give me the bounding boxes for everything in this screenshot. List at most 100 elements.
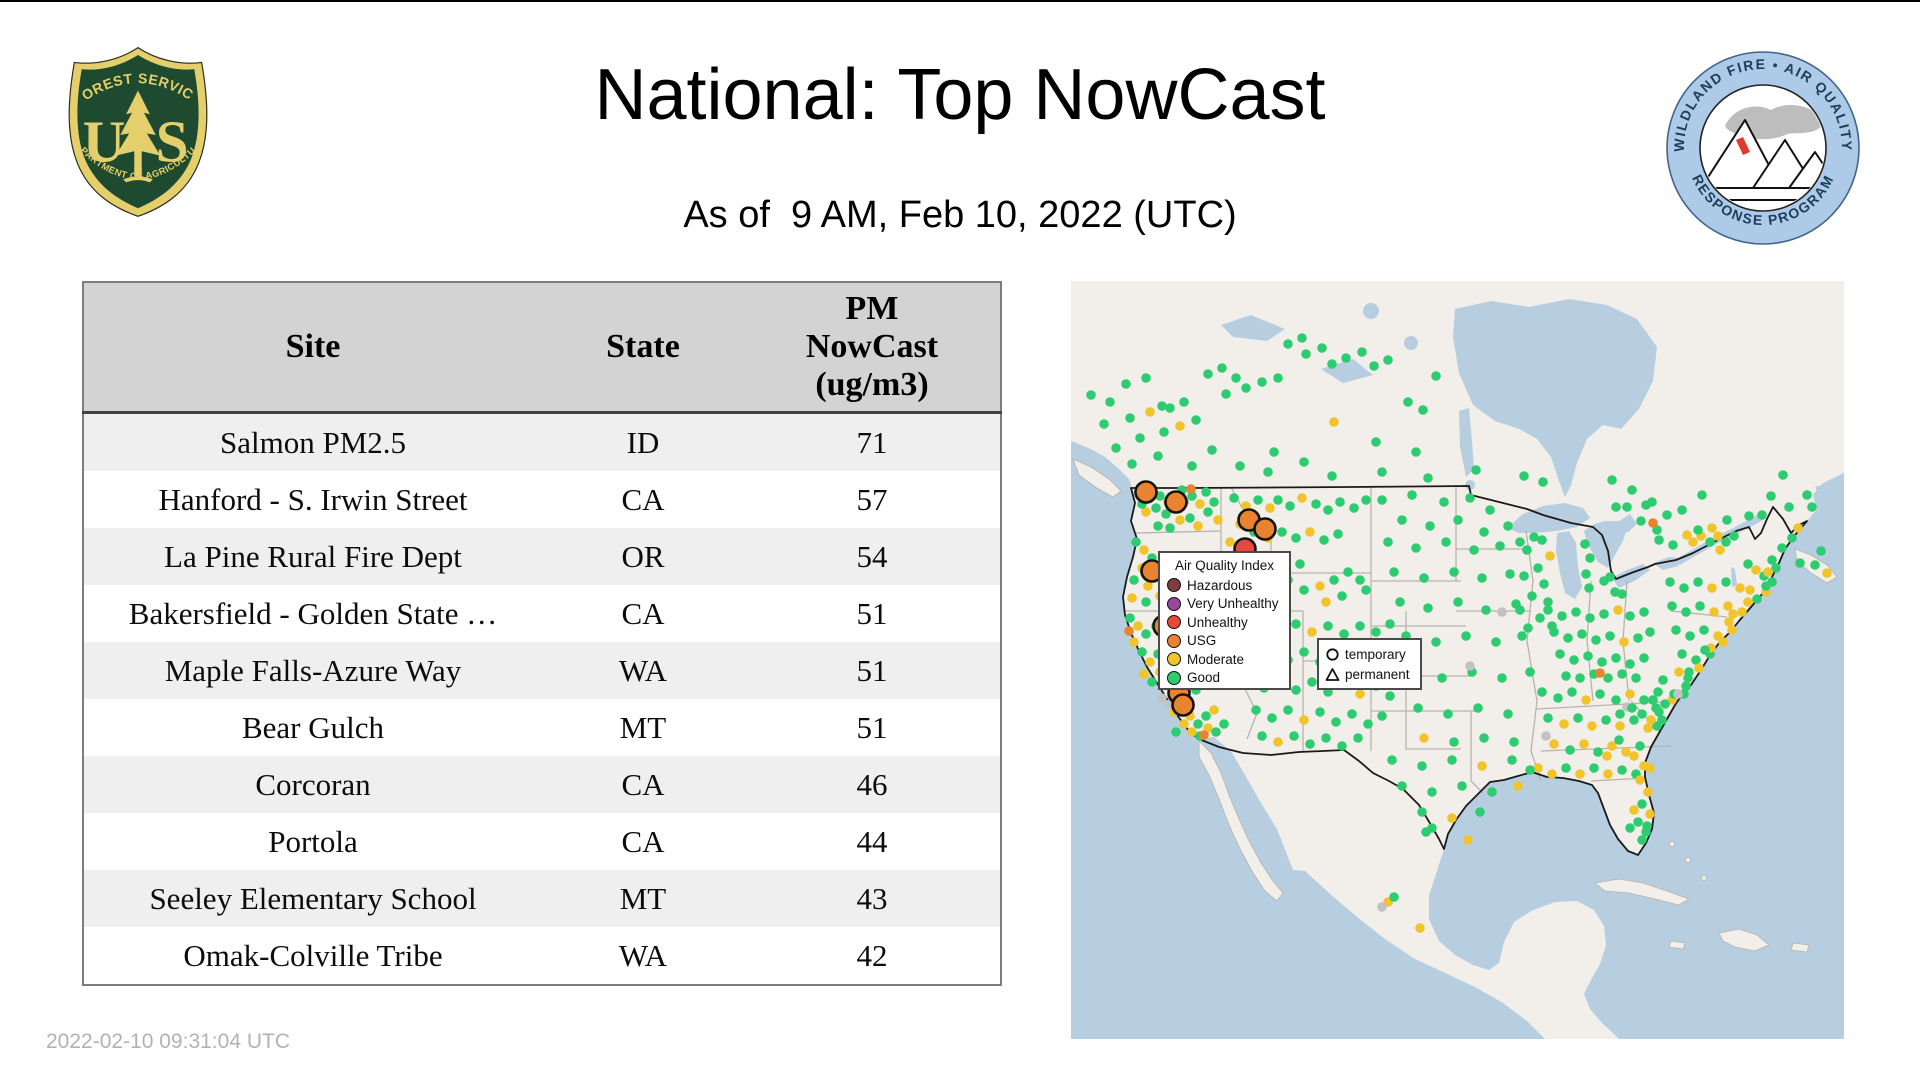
monitor-dot bbox=[1343, 567, 1353, 577]
monitor-dot bbox=[1728, 609, 1738, 619]
monitor-dot bbox=[1694, 663, 1704, 673]
monitor-dot bbox=[1291, 619, 1301, 629]
table-row: Maple Falls-Azure Way WA 51 bbox=[83, 642, 1001, 699]
legend-label: Very Unhealthy bbox=[1187, 596, 1279, 612]
monitor-dot bbox=[1383, 537, 1393, 547]
monitor-dot bbox=[1519, 571, 1529, 581]
monitor-dot bbox=[1099, 419, 1109, 429]
monitor-dot bbox=[1453, 515, 1463, 525]
table-row: La Pine Rural Fire Dept OR 54 bbox=[83, 528, 1001, 585]
monitor-dot bbox=[1225, 537, 1235, 547]
monitor-dot bbox=[1539, 579, 1549, 589]
monitor-dot bbox=[1625, 611, 1635, 621]
legend-label: Unhealthy bbox=[1187, 614, 1248, 630]
monitor-dot bbox=[1377, 495, 1387, 505]
monitor-dot bbox=[1658, 675, 1668, 685]
monitor-dot bbox=[1515, 605, 1525, 615]
value-cell: 51 bbox=[856, 595, 888, 631]
monitor-dot bbox=[1321, 733, 1331, 743]
monitor-dot bbox=[1635, 775, 1645, 785]
monitor-dot bbox=[1700, 645, 1710, 655]
monitor-dot bbox=[1361, 585, 1371, 595]
monitor-dot bbox=[1321, 597, 1331, 607]
column-header-pm: PM NowCast (ug/m3) bbox=[743, 282, 1001, 414]
monitor-dot bbox=[1207, 445, 1217, 455]
monitor-dot bbox=[1419, 573, 1429, 583]
monitor-dot bbox=[1295, 559, 1305, 569]
monitor-dot bbox=[1497, 607, 1507, 617]
monitor-dot bbox=[1449, 567, 1459, 577]
monitor-dot bbox=[1529, 532, 1539, 542]
monitor-dot bbox=[1385, 691, 1395, 701]
monitor-dot bbox=[1559, 719, 1569, 729]
monitor-dot bbox=[1637, 709, 1647, 719]
monitor-dot bbox=[1699, 625, 1709, 635]
monitor-dot bbox=[1681, 681, 1691, 691]
value-cell: 71 bbox=[856, 424, 888, 460]
monitor-dot bbox=[1297, 333, 1307, 343]
value-cell: 46 bbox=[856, 766, 888, 802]
monitor-dot bbox=[1787, 533, 1797, 543]
monitor-dot bbox=[1695, 601, 1705, 611]
site-cell: Omak-Colville Tribe bbox=[183, 937, 443, 973]
monitor-dot bbox=[1595, 689, 1605, 699]
monitor-dot bbox=[1257, 377, 1267, 387]
monitor-dot bbox=[1383, 355, 1393, 365]
monitor-dot bbox=[1784, 502, 1794, 512]
monitor-dot bbox=[1385, 619, 1395, 629]
site-cell: Corcoran bbox=[255, 766, 371, 802]
site-cell: La Pine Rural Fire Dept bbox=[164, 538, 462, 574]
monitor-dot bbox=[1201, 711, 1211, 721]
monitor-dot bbox=[1447, 755, 1457, 765]
site-cell: Bakersfield - Golden State … bbox=[128, 595, 498, 631]
monitor-dot bbox=[1538, 477, 1548, 487]
monitor-dot bbox=[1613, 605, 1623, 615]
monitor-dot bbox=[1751, 565, 1761, 575]
monitor-dot bbox=[1636, 516, 1646, 526]
state-cell: ID bbox=[626, 424, 660, 460]
table-header-row: Site State PM NowCast (ug/m3) bbox=[83, 282, 1001, 414]
monitor-dot bbox=[1331, 717, 1341, 727]
monitor-dot bbox=[1495, 541, 1505, 551]
monitor-dot bbox=[1191, 415, 1201, 425]
legend-item: Very Unhealthy bbox=[1167, 595, 1282, 614]
monitor-dot bbox=[1131, 537, 1141, 547]
monitor-dot bbox=[1709, 607, 1719, 617]
monitor-dot bbox=[1165, 403, 1175, 413]
monitor-dot bbox=[1778, 470, 1788, 480]
value-cell: 44 bbox=[856, 823, 888, 859]
monitor-dot bbox=[1662, 510, 1672, 520]
table-row: Seeley Elementary School MT 43 bbox=[83, 870, 1001, 927]
permanent-monitor-icon bbox=[1325, 667, 1340, 681]
monitor-dot bbox=[1157, 693, 1167, 703]
monitor-dot bbox=[1707, 583, 1717, 593]
monitor-dot bbox=[1617, 765, 1627, 775]
monitor-dot bbox=[1674, 667, 1684, 677]
monitor-dot bbox=[1355, 575, 1365, 585]
value-cell: 57 bbox=[856, 481, 888, 517]
monitor-dot bbox=[1619, 637, 1629, 647]
monitor-dot bbox=[1743, 597, 1753, 607]
monitor-dot bbox=[1427, 787, 1437, 797]
monitor-dot bbox=[1523, 623, 1533, 633]
monitor-dot bbox=[1567, 687, 1577, 697]
monitor-dot bbox=[1283, 705, 1293, 715]
monitor-dot bbox=[1627, 485, 1637, 495]
monitor-dot bbox=[1693, 525, 1703, 535]
monitor-dot bbox=[1105, 397, 1115, 407]
page: FOREST SERVICE U S DEPARTMENT OF AGRICUL… bbox=[0, 0, 1920, 1080]
site-cell: Hanford - S. Irwin Street bbox=[158, 481, 468, 517]
monitor-dot bbox=[1605, 572, 1615, 582]
monitor-dot bbox=[1347, 709, 1357, 719]
monitor-dot bbox=[1461, 631, 1471, 641]
monitor-dot bbox=[1633, 633, 1643, 643]
generated-timestamp: 2022-02-10 09:31:04 UTC bbox=[46, 1030, 290, 1053]
monitor-dot bbox=[1581, 695, 1591, 705]
monitor-dot bbox=[1615, 709, 1625, 719]
monitor-dot bbox=[1297, 493, 1307, 503]
page-subtitle: As of 9 AM, Feb 10, 2022 (UTC) bbox=[683, 194, 1237, 236]
monitor-dot bbox=[1729, 531, 1739, 541]
monitor-dot bbox=[1341, 353, 1351, 363]
monitor-dot bbox=[1503, 709, 1513, 719]
monitor-dot bbox=[1253, 495, 1263, 505]
